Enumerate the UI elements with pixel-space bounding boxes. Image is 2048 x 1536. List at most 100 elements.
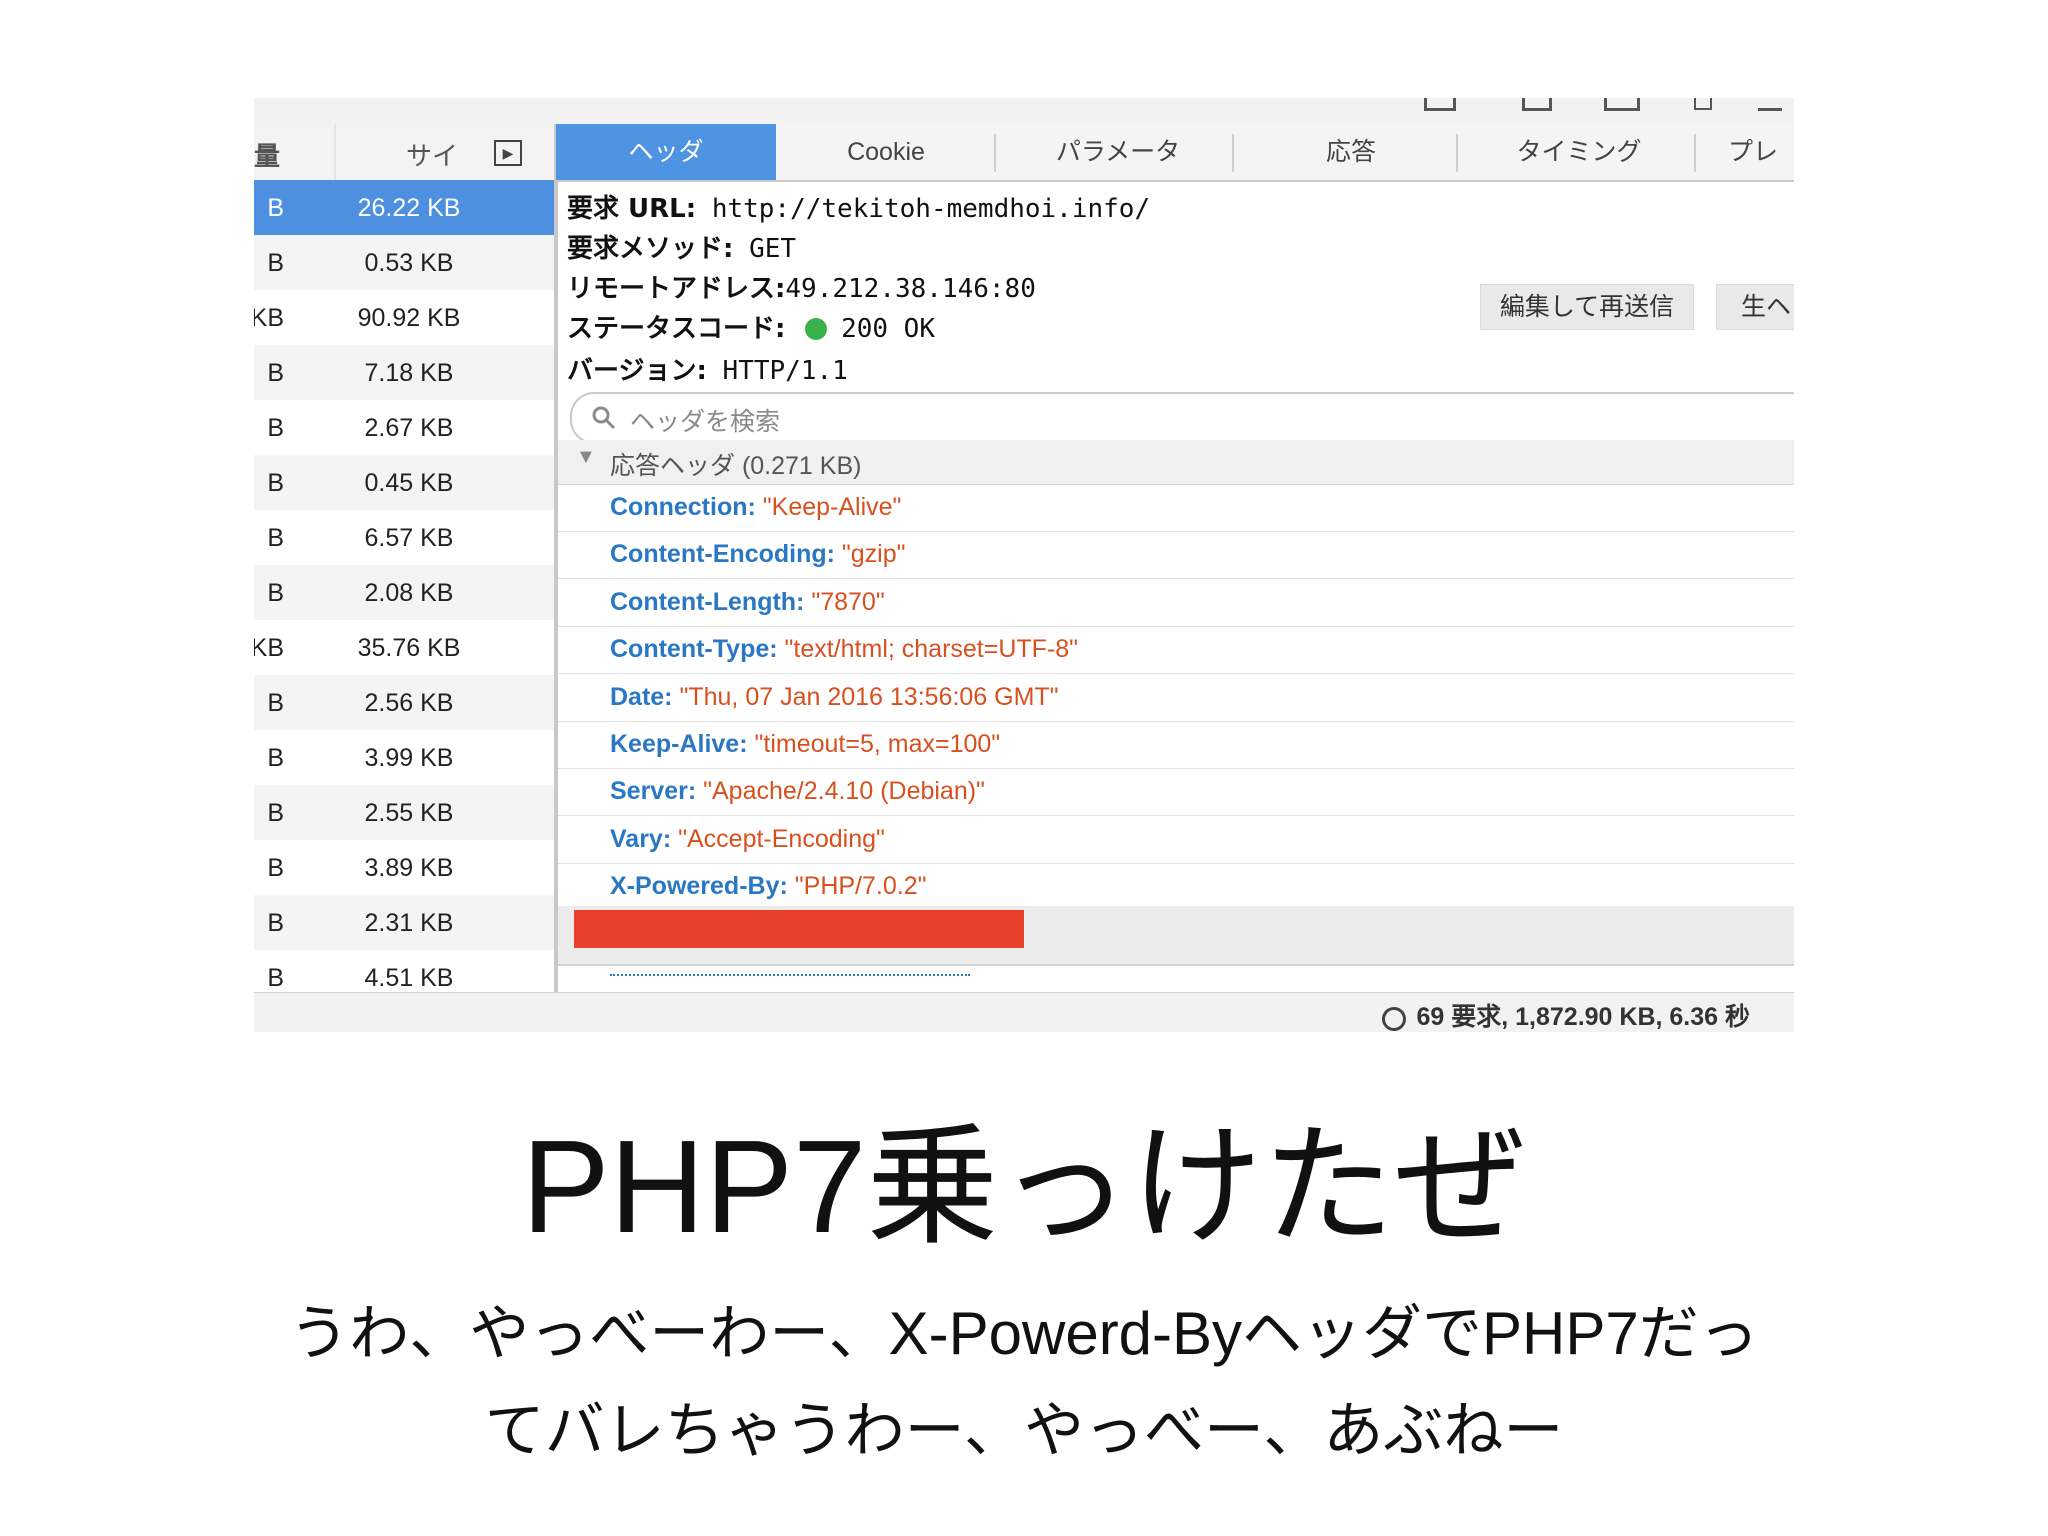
edit-resend-button[interactable]: 編集して再送信 xyxy=(1480,284,1694,330)
header-row[interactable]: Keep-Alive: "timeout=5, max=100" xyxy=(558,721,1794,769)
tab-preview[interactable]: プレ xyxy=(1706,124,1794,180)
header-entry: Date: "Thu, 07 Jan 2016 13:56:06 GMT" xyxy=(610,683,1059,712)
header-name: Content-Encoding: xyxy=(610,540,835,569)
row-size-cell: 6.57 KB xyxy=(364,524,454,552)
request-row[interactable]: B 26.22 KB xyxy=(254,180,554,235)
row-size-cell: 4.51 KB xyxy=(364,964,454,992)
row-size-cell: 2.55 KB xyxy=(364,799,454,827)
row-cut-cell: B xyxy=(267,579,284,607)
response-headers-section[interactable]: ▼ 応答ヘッダ (0.271 KB) xyxy=(558,440,1794,485)
header-name: X-Powered-By: xyxy=(610,872,788,901)
row-cut-cell: B xyxy=(267,799,284,827)
header-row[interactable]: Server: "Apache/2.4.10 (Debian)" xyxy=(558,768,1794,817)
tab-label: ヘッダ xyxy=(628,138,704,166)
status-value: 200 OK xyxy=(841,314,935,344)
row-size-cell: 2.08 KB xyxy=(364,579,454,607)
header-row[interactable]: Vary: "Accept-Encoding" xyxy=(558,816,1794,864)
row-size-cell: 0.45 KB xyxy=(364,469,454,497)
request-row[interactable]: B 2.67 KB xyxy=(254,400,554,455)
request-row[interactable]: B 3.89 KB xyxy=(254,840,554,895)
slide-title: PHP7乗っけたぜ xyxy=(521,1113,1527,1260)
toolbar-icon[interactable] xyxy=(1424,98,1456,111)
header-name: Keep-Alive: xyxy=(610,730,748,758)
header-row[interactable]: X-Powered-By: "PHP/7.0.2" xyxy=(558,863,1794,912)
clock-icon xyxy=(1382,1007,1407,1031)
header-entry: X-Powered-By: "PHP/7.0.2" xyxy=(610,872,926,901)
column-divider xyxy=(334,124,336,180)
request-row[interactable]: B 2.31 KB xyxy=(254,895,554,950)
header-search-input[interactable]: ヘッダを検索 xyxy=(570,392,1794,444)
header-name: Connection: xyxy=(610,493,756,521)
search-placeholder: ヘッダを検索 xyxy=(630,408,781,436)
tab-params[interactable]: パラメータ xyxy=(1006,124,1230,180)
status-bar: 69 要求, 1,872.90 KB, 6.36 秒 xyxy=(254,992,1794,1032)
detail-tabs: ヘッダ Cookie パラメータ 応答 タイミング プレ xyxy=(556,124,1794,182)
row-size-cell: 7.18 KB xyxy=(364,359,454,387)
tab-label: パラメータ xyxy=(1055,138,1181,166)
header-entry: Content-Encoding: "gzip" xyxy=(610,540,906,569)
row-cut-cell: B xyxy=(267,414,284,442)
toolbar-icon[interactable] xyxy=(1758,98,1782,111)
row-size-cell: 90.92 KB xyxy=(357,304,461,332)
tab-cookie[interactable]: Cookie xyxy=(786,124,986,180)
slide-subtitle-line2: てバレちゃうわー、やっべー、あぶねー xyxy=(484,1397,1564,1464)
request-row[interactable]: KB 35.76 KB xyxy=(254,620,554,675)
request-row[interactable]: B 2.08 KB xyxy=(254,565,554,620)
row-cut-cell: KB xyxy=(254,634,284,662)
version-label: バージョン: xyxy=(567,356,707,386)
header-row[interactable]: Content-Type: "text/html; charset=UTF-8" xyxy=(558,626,1794,675)
request-row[interactable]: B 7.18 KB xyxy=(254,345,554,400)
redaction-bar xyxy=(574,910,1024,948)
header-value: "Apache/2.4.10 (Debian)" xyxy=(703,777,985,806)
header-entry: Keep-Alive: "timeout=5, max=100" xyxy=(610,730,1000,759)
header-row[interactable]: Content-Length: "7870" xyxy=(558,579,1794,627)
request-summary: 69 要求, 1,872.90 KB, 6.36 秒 xyxy=(1382,997,1750,1032)
url-value: http://tekitoh-memdhoi.info/ xyxy=(711,194,1151,224)
header-value: "text/html; charset=UTF-8" xyxy=(784,635,1079,664)
tab-headers[interactable]: ヘッダ xyxy=(556,124,776,180)
row-cut-cell: B xyxy=(267,854,284,882)
row-cut-cell: B xyxy=(267,194,284,222)
slide-subtitle-line1: うわ、やっべーわー、X-Powerd-ByヘッダでPHP7だっ xyxy=(289,1300,1759,1367)
toolbar-icon[interactable] xyxy=(1522,98,1552,111)
toolbar-strip xyxy=(254,98,1794,125)
tab-label: タイミング xyxy=(1516,138,1642,166)
size-column-header[interactable]: サイ xyxy=(406,136,458,173)
row-cut-cell: B xyxy=(267,744,284,772)
request-summary-text: 69 要求, 1,872.90 KB, 6.36 秒 xyxy=(1416,1003,1750,1031)
row-cut-cell: KB xyxy=(254,304,284,332)
row-cut-cell: B xyxy=(267,964,284,992)
request-row[interactable]: B 6.57 KB xyxy=(254,510,554,565)
status-label: ステータスコード: xyxy=(567,314,786,344)
header-row[interactable]: Content-Encoding: "gzip" xyxy=(558,531,1794,580)
request-row[interactable]: B 0.45 KB xyxy=(254,455,554,510)
header-name: Server: xyxy=(610,777,697,806)
remote-label: リモートアドレス: xyxy=(567,274,786,304)
request-row[interactable]: B 0.53 KB xyxy=(254,235,554,290)
header-value: "PHP/7.0.2" xyxy=(794,872,927,901)
remote-address: リモートアドレス:49.212.38.146:80 xyxy=(567,268,1036,305)
row-cut-cell: B xyxy=(267,689,284,717)
request-row[interactable]: B 2.56 KB xyxy=(254,675,554,730)
tab-divider xyxy=(1232,134,1234,172)
http-version: バージョン: HTTP/1.1 xyxy=(567,350,848,387)
remote-value: 49.212.38.146:80 xyxy=(785,274,1036,304)
row-cut-cell: B xyxy=(267,469,284,497)
raw-headers-button[interactable]: 生ヘ xyxy=(1716,284,1794,330)
header-name: Content-Length: xyxy=(610,587,805,616)
header-name: Content-Type: xyxy=(610,635,778,664)
tab-timing[interactable]: タイミング xyxy=(1466,124,1692,180)
expand-triangle-icon: ▼ xyxy=(576,446,596,468)
request-list: 量 サイ ▶ B 26.22 KB B 0.53 KB KB 90.92 KB B 7.18 … xyxy=(254,124,554,992)
header-row[interactable]: Connection: "Keep-Alive" xyxy=(558,484,1794,532)
request-row[interactable]: B 3.99 KB xyxy=(254,730,554,785)
tab-response[interactable]: 応答 xyxy=(1246,124,1456,180)
header-row[interactable]: Date: "Thu, 07 Jan 2016 13:56:06 GMT" xyxy=(558,674,1794,722)
url-label: 要求 URL: xyxy=(567,194,697,224)
request-row[interactable]: B 2.55 KB xyxy=(254,785,554,840)
row-size-cell: 2.67 KB xyxy=(364,414,454,442)
toolbar-icon[interactable] xyxy=(1694,98,1712,110)
toolbar-icon[interactable] xyxy=(1604,98,1640,111)
request-row[interactable]: KB 90.92 KB xyxy=(254,290,554,345)
panel-toggle-icon[interactable]: ▶ xyxy=(494,140,522,166)
